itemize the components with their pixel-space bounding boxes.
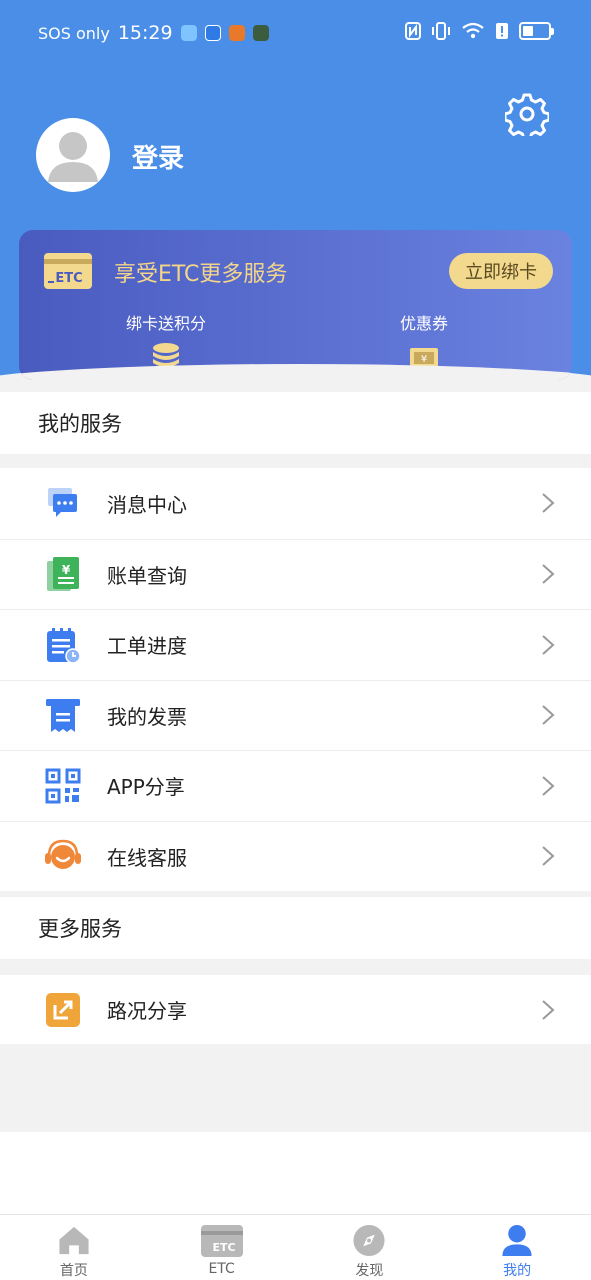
nfc-icon [405,22,421,40]
bottom-navigation: 首页 ETC ETC 发现 我的 [0,1214,591,1280]
battery-level [523,26,533,36]
list-item-work-order[interactable]: 工单进度 [0,609,591,680]
chevron-right-icon [542,635,555,655]
work-order-icon [47,627,81,664]
list-item-traffic-share[interactable]: 路况分享 [0,975,591,1044]
etc-promo-text: 享受ETC更多服务 [114,262,288,287]
app-notification-icon [252,25,269,41]
vibrate-icon [432,22,450,40]
my-services-list: 消息中心 ¥ 账单查询 工单进度 我的发票 APP分享 在线客服 [0,468,591,891]
chevron-right-icon [542,776,555,796]
bind-points-label: 绑卡送积分 [125,314,206,333]
login-link[interactable]: 登录 [132,138,184,175]
upload-notification-icon [204,25,221,41]
chevron-right-icon [542,564,555,584]
chevron-right-icon [542,493,555,513]
status-right [405,22,554,40]
etc-logo-text: ETC [55,271,82,286]
bill-icon: ¥ [47,557,79,592]
chevron-right-icon [542,846,555,866]
list-item-my-invoice[interactable]: 我的发票 [0,679,591,751]
home-icon [59,1226,89,1255]
list-item-label: 工单进度 [107,634,187,659]
chevron-right-icon [542,705,555,725]
message-icon [48,488,77,518]
nav-tab-home[interactable]: 首页 [0,1215,148,1280]
svg-text:ETC: ETC [212,1241,235,1254]
status-bar: SOS only 15:29 [0,0,591,66]
nav-label: 首页 [59,1263,88,1279]
nav-label: 发现 [355,1263,384,1279]
more-services-title: 更多服务 [0,897,591,959]
content-bottom-spacer [0,1132,591,1214]
nav-label: 我的 [503,1263,532,1279]
app-notification-icon [180,25,197,41]
clock: 15:29 [117,22,173,44]
svg-text:¥: ¥ [62,563,71,577]
compass-icon [353,1224,385,1257]
list-item-label: 我的发票 [107,704,187,729]
app-notification-icon [228,25,245,41]
coupon-label: 优惠券 [399,314,448,333]
wifi-icon [462,22,484,39]
coupon-feature[interactable]: 优惠券 ¥ [354,310,494,372]
list-item-label: 消息中心 [107,492,187,517]
default-avatar-icon [48,132,98,182]
list-item-bill-query[interactable]: ¥ 账单查询 [0,538,591,610]
share-icon [46,992,80,1027]
settings-gear-icon[interactable] [505,92,549,136]
bind-points-feature[interactable]: 绑卡送积分 [96,310,236,372]
list-item-label: 账单查询 [107,563,187,588]
etc-card-icon: ETC [200,1225,243,1257]
my-services-title: 我的服务 [0,392,591,454]
nav-tab-discover[interactable]: 发现 [296,1215,444,1280]
list-item-label: 在线客服 [107,845,187,870]
alert-icon [496,23,508,39]
status-left: SOS only 15:29 [38,22,269,44]
list-item-label: 路况分享 [107,999,187,1023]
etc-promo-card: ETC 享受ETC更多服务 立即绑卡 绑卡送积分 优惠券 ¥ [19,230,572,380]
list-item-message-center[interactable]: 消息中心 [0,468,591,539]
carrier-text: SOS only [38,23,110,43]
list-item-app-share[interactable]: APP分享 [0,750,591,821]
nav-label: ETC [208,1261,235,1277]
etc-card-icon: ETC [44,253,92,289]
battery-icon [519,22,554,40]
avatar[interactable] [36,118,110,192]
user-icon [502,1224,532,1257]
bind-card-button[interactable]: 立即绑卡 [449,253,553,289]
svg-text:¥: ¥ [421,354,427,365]
list-item-label: APP分享 [107,775,185,800]
customer-service-icon [45,839,81,870]
chevron-right-icon [542,999,555,1020]
more-services-list: 路况分享 [0,975,591,1044]
nav-tab-etc[interactable]: ETC ETC [148,1215,296,1280]
invoice-icon [46,699,80,733]
qr-code-icon [45,768,81,804]
nav-tab-mine[interactable]: 我的 [443,1215,591,1280]
list-item-online-service[interactable]: 在线客服 [0,820,591,892]
